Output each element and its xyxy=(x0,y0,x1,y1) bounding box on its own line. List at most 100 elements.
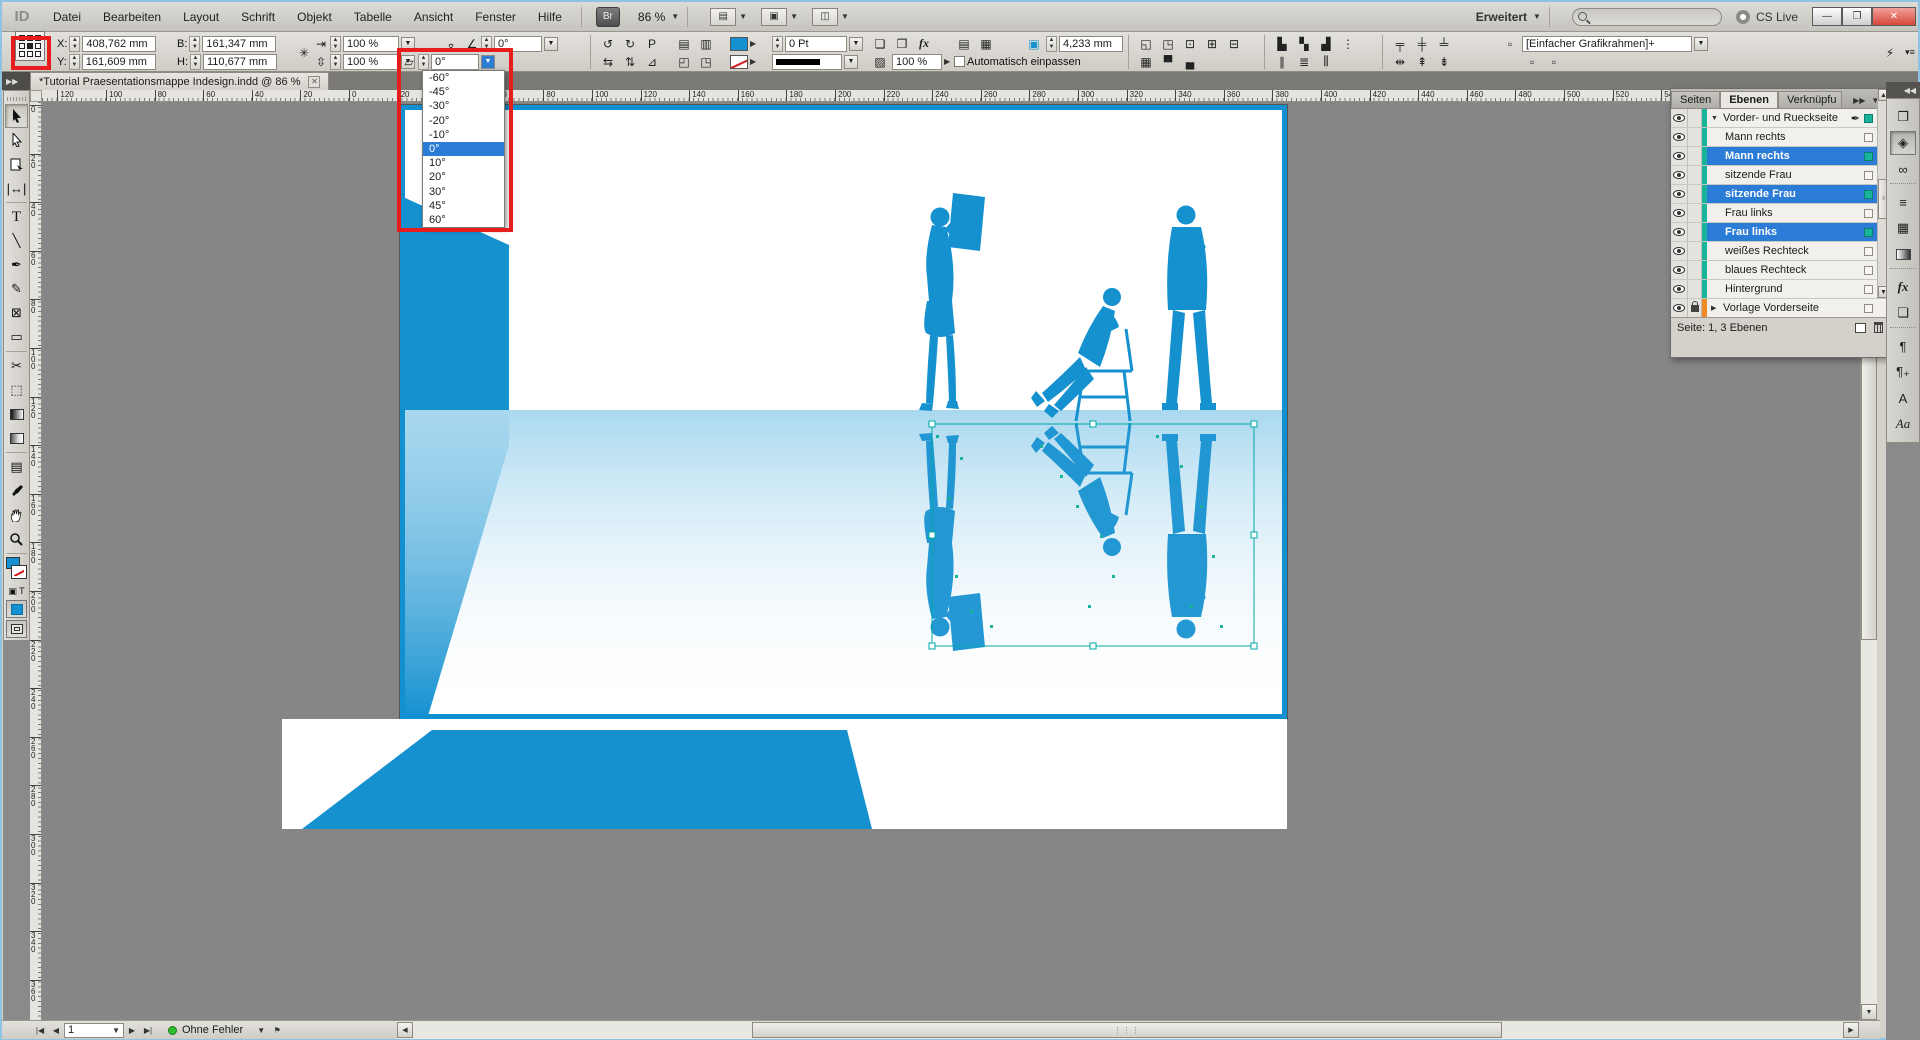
line-tool[interactable]: ╲ xyxy=(5,229,28,253)
align-right-icon[interactable]: ▟ xyxy=(1316,35,1336,52)
space-horizontal-icon[interactable]: ⇹ xyxy=(1390,53,1410,70)
layer-selection-square[interactable] xyxy=(1864,133,1873,142)
distribute-left-icon[interactable]: ∥ xyxy=(1272,53,1292,70)
view-options-button[interactable]: ▤ xyxy=(710,8,736,26)
layer-selection-square[interactable] xyxy=(1864,266,1873,275)
gap-stepper[interactable]: ▲ ▼ xyxy=(1046,36,1057,52)
stroke-panel-icon[interactable]: ≡ xyxy=(1890,190,1916,214)
shear-angle-option[interactable]: 10° xyxy=(423,156,504,170)
arrange-documents-button[interactable]: ◫ xyxy=(812,8,838,26)
vertical-scroll-handle[interactable] xyxy=(1861,340,1877,640)
align-bottom-icon[interactable]: ╧ xyxy=(1434,35,1454,52)
gradient-feather-tool[interactable] xyxy=(5,426,28,450)
layer-visibility-eye-icon[interactable] xyxy=(1673,247,1685,255)
scroll-left-button[interactable]: ◀ xyxy=(397,1022,413,1038)
shear-angle-option[interactable]: -20° xyxy=(423,114,504,128)
scale-y-field[interactable]: 100 % xyxy=(343,54,399,70)
layer-lock-cell[interactable] xyxy=(1688,242,1702,260)
chevron-right-icon[interactable]: ▶ xyxy=(944,57,950,66)
shear-field[interactable]: 0° xyxy=(431,54,479,70)
menu-schrift[interactable]: Schrift xyxy=(230,10,286,24)
restore-button[interactable]: ❐ xyxy=(1842,7,1872,26)
layer-row[interactable]: ▶Vorlage Vorderseite xyxy=(1671,299,1889,317)
chevron-right-icon[interactable]: ▶ xyxy=(750,39,756,48)
search-input[interactable] xyxy=(1572,8,1722,26)
eyedropper-tool[interactable] xyxy=(5,479,28,503)
page-below-pasteboard[interactable] xyxy=(282,719,1287,829)
formatting-affects-buttons[interactable]: ▣ T xyxy=(5,584,28,598)
chevron-right-icon[interactable]: ▶ xyxy=(750,57,756,66)
preflight-menu-arrow[interactable]: ▼ xyxy=(253,1023,269,1038)
reference-point-grid[interactable] xyxy=(15,31,45,61)
align-top-icon[interactable]: ╤ xyxy=(1390,35,1410,52)
tab-overflow-button[interactable]: ▶▶ xyxy=(2,72,30,90)
pencil-tool[interactable]: ✎ xyxy=(5,277,28,301)
delete-layer-button[interactable] xyxy=(1874,322,1883,333)
direct-selection-tool[interactable] xyxy=(5,128,28,152)
flip-horizontal-icon[interactable]: ⇆ xyxy=(598,53,618,70)
menu-ansicht[interactable]: Ansicht xyxy=(403,10,464,24)
select-next-icon[interactable]: ◳ xyxy=(696,53,716,70)
layer-row[interactable]: Hintergrund xyxy=(1671,280,1889,299)
quick-apply-button[interactable]: ⚡ xyxy=(1880,44,1900,61)
layer-lock-cell[interactable] xyxy=(1688,204,1702,222)
gap-tool[interactable]: |↔| xyxy=(5,176,28,200)
layer-visibility-eye-icon[interactable] xyxy=(1673,152,1685,160)
shear-angle-dropdown-list[interactable]: -60°-45°-30°-20°-10°0°10°20°30°45°60° xyxy=(422,70,505,228)
gap-field[interactable]: 4,233 mm xyxy=(1059,36,1123,52)
fit-option-icon[interactable]: ▄ xyxy=(1180,53,1200,70)
menu-fenster[interactable]: Fenster xyxy=(464,10,527,24)
layer-visibility-eye-icon[interactable] xyxy=(1673,285,1685,293)
layer-row[interactable]: Mann rechts xyxy=(1671,147,1889,166)
screen-mode-toggle[interactable] xyxy=(6,620,27,638)
layer-row[interactable]: weißes Rechteck xyxy=(1671,242,1889,261)
tab-verknuepfungen[interactable]: Verknüpfu xyxy=(1778,91,1842,108)
layer-name[interactable]: Frau links xyxy=(1725,207,1773,219)
layer-selection-square[interactable] xyxy=(1864,247,1873,256)
layer-row[interactable]: blaues Rechteck xyxy=(1671,261,1889,280)
effects-fx-icon[interactable]: fx xyxy=(914,35,934,52)
space-equal-icon[interactable]: ⇟ xyxy=(1434,53,1454,70)
fit-frame-to-content-icon[interactable]: ◳ xyxy=(1158,35,1178,52)
layer-lock-cell[interactable] xyxy=(1688,128,1702,146)
layer-name[interactable]: blaues Rechteck xyxy=(1725,264,1806,276)
chevron-down-icon[interactable]: ▼ xyxy=(844,55,858,69)
y-stepper[interactable]: ▲ ▼ xyxy=(69,54,80,70)
shear-angle-option[interactable]: 20° xyxy=(423,170,504,184)
tab-seiten[interactable]: Seiten xyxy=(1671,91,1720,108)
menu-hilfe[interactable]: Hilfe xyxy=(527,10,573,24)
apply-color-button[interactable] xyxy=(6,600,27,618)
panel-expand-icon[interactable]: ▶▶ xyxy=(1853,96,1865,105)
select-previous-icon[interactable]: ◰ xyxy=(674,53,694,70)
zoom-level-dropdown[interactable]: 86 % ▼ xyxy=(638,10,679,24)
horizontal-ruler[interactable]: 1201008060402002040608010012014016018020… xyxy=(42,90,1860,102)
stroke-swatch[interactable] xyxy=(12,566,26,578)
layer-name[interactable]: weißes Rechteck xyxy=(1725,245,1809,257)
character-styles-panel-icon[interactable]: Aa xyxy=(1890,412,1916,436)
select-content-icon[interactable]: ▥ xyxy=(696,35,716,52)
stroke-swatch[interactable] xyxy=(730,55,748,69)
scale-x-field[interactable]: 100 % xyxy=(343,36,399,52)
object-style-dropdown[interactable]: [Einfacher Grafikrahmen]+ xyxy=(1522,36,1692,52)
pages-panel-icon[interactable]: ❐ xyxy=(1890,105,1916,129)
layer-lock-cell[interactable] xyxy=(1688,109,1702,127)
panel-menu-button[interactable]: ▾≡ xyxy=(1900,44,1920,61)
rectangle-tool[interactable]: ▭ xyxy=(5,325,28,349)
stroke-weight-field[interactable]: 0 Pt xyxy=(785,36,847,52)
document-tab[interactable]: *Tutorial Praesentationsmappe Indesign.i… xyxy=(30,72,329,90)
shear-angle-option[interactable]: -60° xyxy=(423,71,504,85)
layer-name[interactable]: Frau links xyxy=(1725,226,1777,238)
layer-expander-icon[interactable]: ▶ xyxy=(1711,304,1720,312)
layer-visibility-eye-icon[interactable] xyxy=(1673,190,1685,198)
horizontal-scrollbar[interactable]: ◀ ⋮⋮⋮ ▶ xyxy=(397,1022,1859,1039)
align-left-icon[interactable]: ▙ xyxy=(1272,35,1292,52)
space-vertical-icon[interactable]: ⇞ xyxy=(1412,53,1432,70)
no-text-wrap-icon[interactable]: ▤ xyxy=(954,35,974,52)
links-panel-icon[interactable]: ∞ xyxy=(1890,157,1916,181)
layer-row[interactable]: Frau links xyxy=(1671,223,1889,242)
layer-row[interactable]: Mann rechts xyxy=(1671,128,1889,147)
layer-selection-square[interactable] xyxy=(1864,152,1873,161)
chevron-down-icon[interactable]: ▼ xyxy=(1694,37,1708,51)
select-container-icon[interactable]: ▤ xyxy=(674,35,694,52)
fit-option-icon[interactable]: ▀ xyxy=(1158,53,1178,70)
